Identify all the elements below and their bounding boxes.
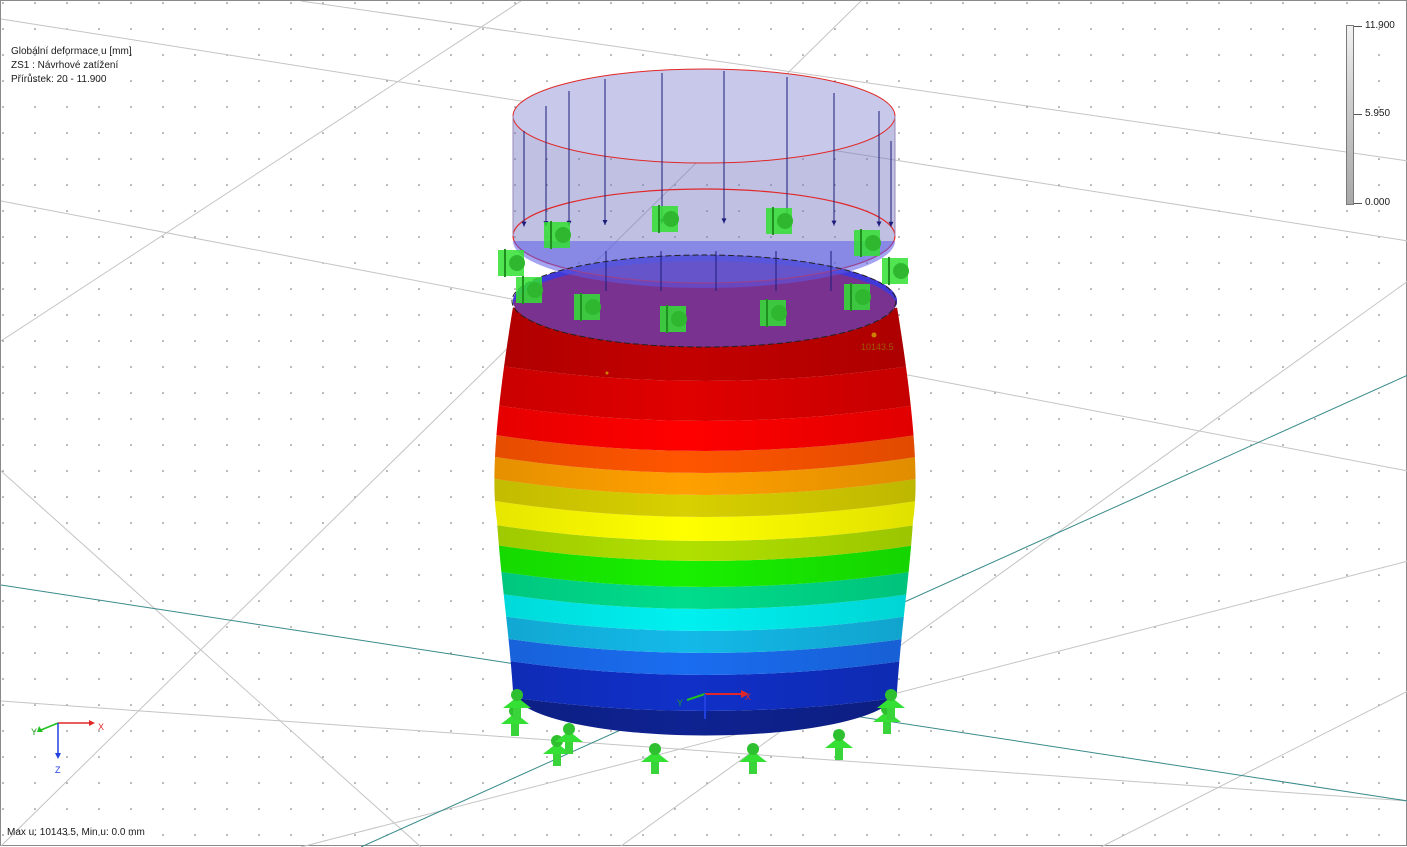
rim-support[interactable] <box>760 299 787 327</box>
rim-support[interactable] <box>766 207 793 235</box>
global-y-label: Y <box>31 727 37 737</box>
scale-tick-min <box>1354 203 1362 204</box>
max-value-label: 10143.5 <box>861 342 894 352</box>
scale-tick-max <box>1354 26 1362 27</box>
rim-support[interactable] <box>516 276 543 304</box>
rim-support[interactable] <box>544 221 571 249</box>
rim-support[interactable] <box>854 229 881 257</box>
rim-support[interactable] <box>574 293 601 321</box>
3d-viewport[interactable]: 10143.5 X Y X Y Z Globální deformace u [… <box>0 0 1407 847</box>
scale-min-label: 0.000 <box>1365 197 1391 208</box>
result-type-label: Globální deformace u [mm] <box>11 46 132 57</box>
rim-support[interactable] <box>844 283 871 311</box>
scale-mid-label: 5.950 <box>1365 108 1391 119</box>
rim-support[interactable] <box>882 257 909 285</box>
model-scene[interactable]: 10143.5 X Y X Y Z <box>1 1 1407 847</box>
rim-support[interactable] <box>498 249 525 277</box>
scale-tick-mid <box>1354 114 1362 115</box>
min-marker-dot <box>605 371 609 375</box>
result-scale-bar[interactable] <box>1346 25 1354 205</box>
global-x-label: X <box>98 722 104 732</box>
rim-support[interactable] <box>660 305 687 333</box>
max-min-status: Max u: 10143.5, Min u: 0.0 mm <box>7 827 145 838</box>
local-y-label: Y <box>677 698 683 708</box>
increment-label: Přírůstek: 20 - 11.900 <box>11 74 107 85</box>
load-combination-label: ZS1 : Návrhové zatížení <box>11 60 119 71</box>
global-z-label: Z <box>55 765 61 775</box>
local-x-label: X <box>745 692 751 702</box>
scale-max-label: 11.900 <box>1365 20 1395 31</box>
shell-shading <box>494 307 916 736</box>
rim-support[interactable] <box>652 205 679 233</box>
